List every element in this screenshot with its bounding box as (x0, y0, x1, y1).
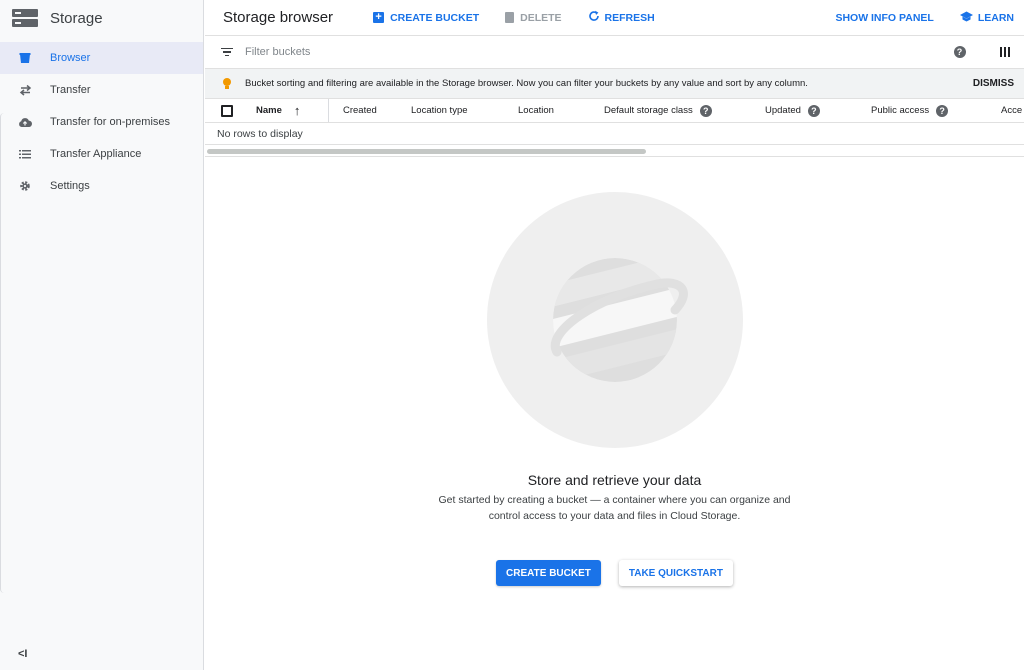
column-header-access-control[interactable]: Acce (1001, 99, 1023, 122)
help-icon[interactable]: ? (807, 104, 820, 117)
sidebar-item-settings[interactable]: Settings (0, 170, 203, 202)
gear-icon (18, 179, 32, 193)
column-label: Location (518, 105, 554, 116)
top-toolbar: Storage browser + CREATE BUCKET DELETE R… (205, 0, 1024, 36)
refresh-button[interactable]: REFRESH (588, 10, 655, 25)
sidebar-item-label: Transfer for on-premises (50, 116, 171, 128)
column-header-name[interactable]: Name ↑ (256, 99, 329, 122)
empty-state-title: Store and retrieve your data (527, 472, 702, 488)
sidebar-item-label: Settings (50, 180, 90, 192)
column-label: Acce (1001, 105, 1023, 116)
column-label: Location type (411, 105, 468, 116)
toolbar-right-group: SHOW INFO PANEL LEARN (809, 11, 1024, 25)
sidebar-item-label: Browser (50, 52, 91, 64)
column-header-default-storage-class[interactable]: Default storage class ? (604, 99, 765, 122)
empty-table-message: No rows to display (205, 123, 1024, 145)
column-header-location-type[interactable]: Location type (411, 99, 518, 122)
trash-icon (505, 12, 515, 23)
column-label: Public access (871, 105, 930, 116)
main-panel: Storage browser + CREATE BUCKET DELETE R… (205, 0, 1024, 670)
horizontal-scrollbar (205, 145, 1024, 157)
transfer-arrows-icon (18, 83, 32, 97)
show-info-panel-button[interactable]: SHOW INFO PANEL (835, 12, 933, 24)
collapse-sidebar-button[interactable]: <I (18, 648, 27, 660)
sidebar-nav: Browser Transfer Transfer for on-premise… (0, 42, 203, 202)
banner-text: Bucket sorting and filtering are availab… (245, 78, 808, 89)
column-display-icon[interactable] (999, 47, 1010, 57)
help-icon[interactable]: ? (699, 104, 712, 117)
refresh-icon (588, 10, 600, 25)
learn-label: LEARN (977, 11, 1014, 24)
appliance-list-icon (18, 147, 32, 161)
lightbulb-icon (223, 78, 231, 89)
help-icon[interactable]: ? (936, 104, 949, 117)
table-header: Name ↑ Created Location type Location De… (205, 99, 1024, 123)
app-title: Storage (50, 9, 103, 27)
storage-logo-icon (12, 9, 38, 27)
filter-buckets-input[interactable] (245, 46, 545, 58)
sidebar-item-label: Transfer Appliance (50, 148, 142, 160)
column-header-updated[interactable]: Updated ? (765, 99, 871, 122)
cloud-upload-icon (18, 115, 32, 129)
filter-icon[interactable] (221, 47, 233, 57)
sidebar: Storage Browser Transfer Transfer for on… (0, 0, 204, 670)
empty-state-description: Get started by creating a bucket — a con… (438, 494, 791, 522)
column-header-created[interactable]: Created (329, 99, 411, 122)
scrollbar-thumb[interactable] (207, 149, 646, 154)
sidebar-item-transfer-on-premises[interactable]: Transfer for on-premises (0, 106, 203, 138)
add-box-icon: + (373, 12, 385, 23)
learn-button[interactable]: LEARN (959, 11, 1014, 25)
sort-ascending-icon: ↑ (293, 103, 301, 118)
help-icon[interactable]: ? (953, 46, 966, 58)
take-quickstart-button[interactable]: TAKE QUICKSTART (618, 560, 733, 586)
sidebar-edge-divider (0, 113, 4, 593)
filter-bar: ? (205, 36, 1024, 69)
filter-bar-actions: ? (953, 46, 1010, 58)
page-title: Storage browser (223, 9, 334, 26)
column-label: Created (343, 105, 377, 116)
column-label: Updated (765, 105, 801, 116)
info-banner: Bucket sorting and filtering are availab… (205, 69, 1024, 99)
delete-label: DELETE (520, 11, 562, 24)
dismiss-button[interactable]: DISMISS (973, 78, 1014, 89)
create-bucket-toolbar-button[interactable]: + CREATE BUCKET (373, 12, 479, 24)
column-label: Name (256, 105, 282, 116)
column-header-location[interactable]: Location (518, 99, 604, 122)
column-header-public-access[interactable]: Public access ? (871, 99, 1001, 122)
sidebar-item-browser[interactable]: Browser (0, 42, 203, 74)
delete-button[interactable]: DELETE (505, 11, 562, 24)
sidebar-header: Storage (0, 0, 203, 36)
school-cap-icon (959, 11, 973, 25)
select-all-checkbox[interactable] (221, 104, 233, 117)
empty-state: Store and retrieve your data Get started… (205, 192, 1024, 586)
create-bucket-label: CREATE BUCKET (390, 11, 480, 24)
sidebar-item-transfer[interactable]: Transfer (0, 74, 203, 106)
planet-illustration-icon (486, 192, 743, 448)
bucket-icon (18, 51, 32, 65)
refresh-label: REFRESH (604, 11, 655, 24)
sidebar-item-transfer-appliance[interactable]: Transfer Appliance (0, 138, 203, 170)
empty-state-actions: CREATE BUCKET TAKE QUICKSTART (496, 560, 733, 586)
sidebar-item-label: Transfer (50, 84, 91, 96)
column-label: Default storage class (604, 105, 693, 116)
create-bucket-button[interactable]: CREATE BUCKET (496, 560, 601, 586)
